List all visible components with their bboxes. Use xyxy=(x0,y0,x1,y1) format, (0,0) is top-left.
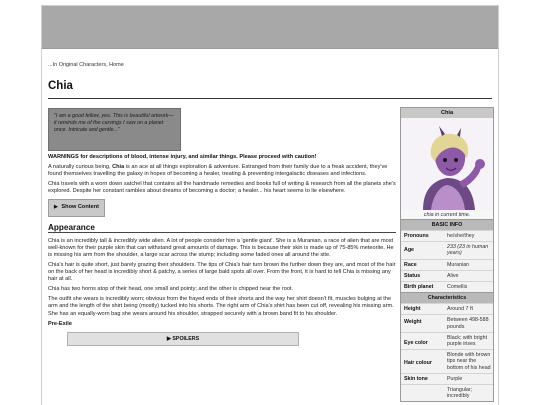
info-key: Birth planet xyxy=(404,284,434,291)
show-content-button[interactable]: ▶ Show Content xyxy=(48,199,106,217)
triangle-right-icon: ▶ xyxy=(54,204,58,211)
info-value: Between 498-588 pounds xyxy=(447,317,489,330)
intro-name: Chia xyxy=(112,164,125,171)
info-key xyxy=(401,385,445,401)
info-key: Race xyxy=(404,261,417,268)
spoilers-label: SPOILERS xyxy=(172,335,200,342)
info-value: Muranian xyxy=(447,261,470,268)
page-title: Chia xyxy=(48,80,73,92)
appearance-paragraph-3: Chia has two horns atop of their head, o… xyxy=(48,286,294,293)
appearance-paragraph-1: Chia is an incredibly tall & incredibly … xyxy=(48,237,394,258)
info-key: Hair colour xyxy=(404,360,432,367)
info-value: he/she/they xyxy=(447,233,475,239)
info-key: Status xyxy=(404,272,421,279)
info-value: Purple xyxy=(447,375,463,382)
info-value: Black; with bright purple irises xyxy=(447,334,488,348)
intro-text-a: A naturally curious being, xyxy=(48,164,113,171)
title-divider xyxy=(48,98,492,99)
appearance-paragraph-4: The outfit she wears is incredibly worn;… xyxy=(48,296,394,317)
info-key: Skin tone xyxy=(404,375,428,382)
info-row-age: Age 233 (23 in human years) xyxy=(401,241,493,259)
info-row-weight: Weight Between 498-588 pounds xyxy=(401,314,493,332)
info-value: 233 (23 in human years) xyxy=(447,244,489,257)
info-row-skin-tone: Skin tone Purple xyxy=(401,372,493,385)
info-row-height: Height Around 7 ft xyxy=(401,303,493,315)
info-row-status: Status Alive xyxy=(401,269,493,282)
quote-text: "I am a good fellow, yes. This is beauti… xyxy=(54,113,174,133)
info-row-pronouns: Pronouns he/she/they xyxy=(401,230,493,242)
info-value: Triangular; incredibly xyxy=(447,387,473,400)
info-row-birth-planet: Birth planet Comellis xyxy=(401,281,493,293)
info-row-eye-color: Eye color Black; with bright purple irise… xyxy=(401,331,493,350)
appearance-paragraph-2: Chia's hair is quite short, just barely … xyxy=(48,261,396,283)
info-value: Around 7 ft xyxy=(447,306,473,313)
info-value: Comellis xyxy=(447,284,468,291)
content-warning: WARNINGS for descriptions of blood, inte… xyxy=(48,154,317,160)
section-divider xyxy=(48,231,396,233)
info-value: Alive xyxy=(447,272,459,279)
info-key: Age xyxy=(404,247,415,254)
info-row-hair-colour: Hair colour Blonde with brown tips near t… xyxy=(401,349,493,373)
info-key: Weight xyxy=(404,319,422,326)
character-portrait[interactable] xyxy=(401,118,493,210)
basic-info-header: BASIC INFO xyxy=(401,219,493,230)
page-frame: ...In Original Characters, Home Chia "I … xyxy=(41,5,499,405)
info-key: Eye color xyxy=(404,339,428,346)
character-portrait-art xyxy=(401,118,493,210)
info-row-extra: Triangular; incredibly xyxy=(401,384,493,402)
info-key: Pronouns xyxy=(404,233,429,239)
info-key: Height xyxy=(404,306,421,313)
intro-paragraph-1: A naturally curious being, Chia is an ac… xyxy=(48,164,396,178)
infobox: Chia chia in current time. BASIC INFO Pr… xyxy=(400,107,494,403)
info-row-race: Race Muranian xyxy=(401,258,493,270)
breadcrumb[interactable]: ...In Original Characters, Home xyxy=(48,62,124,68)
quote-box: "I am a good fellow, yes. This is beauti… xyxy=(48,108,181,151)
show-content-label: Show Content xyxy=(61,204,100,211)
article-body: "I am a good fellow, yes. This is beauti… xyxy=(48,102,396,346)
info-value: Blonde with brown tips near the bottom o… xyxy=(447,352,491,371)
appearance-heading: Appearance xyxy=(48,222,95,232)
top-banner xyxy=(42,6,498,49)
spoilers-toggle[interactable]: ▶ SPOILERS xyxy=(67,331,299,346)
infobox-title: Chia xyxy=(401,108,493,118)
pre-exile-heading: Pre-Exile xyxy=(48,320,72,327)
intro-paragraph-2: Chia travels with a worn down satchel th… xyxy=(48,181,396,195)
portrait-caption: chia in current time. xyxy=(401,210,493,219)
characteristics-header: Characteristics xyxy=(401,292,493,304)
